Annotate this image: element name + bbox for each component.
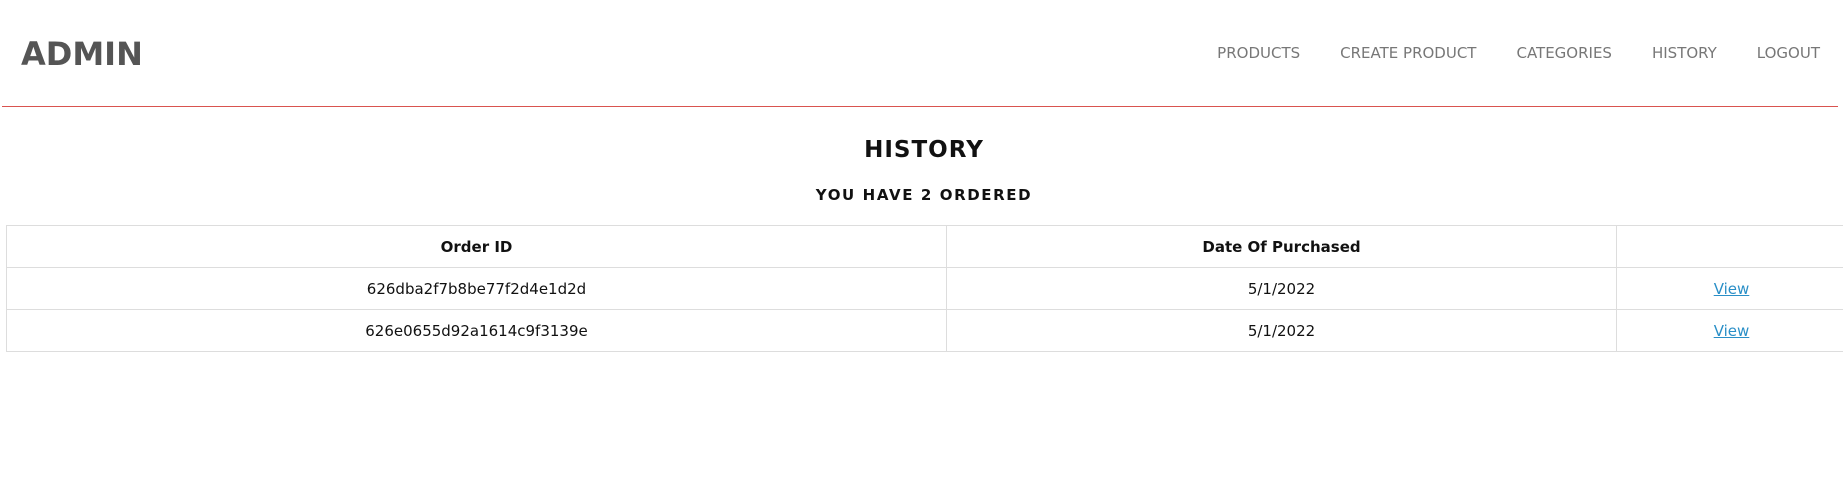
nav-history-link[interactable]: HISTORY xyxy=(1652,42,1717,64)
order-id-cell: 626e0655d92a1614c9f3139e xyxy=(6,309,947,352)
date-cell: 5/1/2022 xyxy=(946,267,1617,310)
top-header: ADMIN PRODUCTS CREATE PRODUCT CATEGORIES… xyxy=(0,0,1843,107)
column-header-order-id: Order ID xyxy=(6,225,947,268)
order-count-subtitle: YOU HAVE 2 ORDERED xyxy=(815,186,1033,204)
column-header-action xyxy=(1616,225,1843,268)
column-header-date: Date Of Purchased xyxy=(946,225,1617,268)
view-order-link[interactable]: View xyxy=(1714,280,1750,298)
nav-products-link[interactable]: PRODUCTS xyxy=(1217,42,1300,64)
nav-categories-link[interactable]: CATEGORIES xyxy=(1516,42,1612,64)
action-cell: View xyxy=(1616,267,1843,310)
nav-logout-link[interactable]: LOGOUT xyxy=(1757,42,1820,64)
admin-logo[interactable]: ADMIN xyxy=(21,34,143,74)
table-row: 626dba2f7b8be77f2d4e1d2d 5/1/2022 View xyxy=(6,267,1843,310)
table-row: 626e0655d92a1614c9f3139e 5/1/2022 View xyxy=(6,309,1843,352)
view-order-link[interactable]: View xyxy=(1714,322,1750,340)
header-divider xyxy=(2,106,1838,107)
nav-create-product-link[interactable]: CREATE PRODUCT xyxy=(1340,42,1476,64)
order-id-cell: 626dba2f7b8be77f2d4e1d2d xyxy=(6,267,947,310)
order-history-table: Order ID Date Of Purchased 626dba2f7b8be… xyxy=(6,225,1843,352)
action-cell: View xyxy=(1616,309,1843,352)
main-nav: PRODUCTS CREATE PRODUCT CATEGORIES HISTO… xyxy=(1177,42,1820,64)
date-cell: 5/1/2022 xyxy=(946,309,1617,352)
page-title: HISTORY xyxy=(864,137,984,163)
table-header-row: Order ID Date Of Purchased xyxy=(6,225,1843,268)
